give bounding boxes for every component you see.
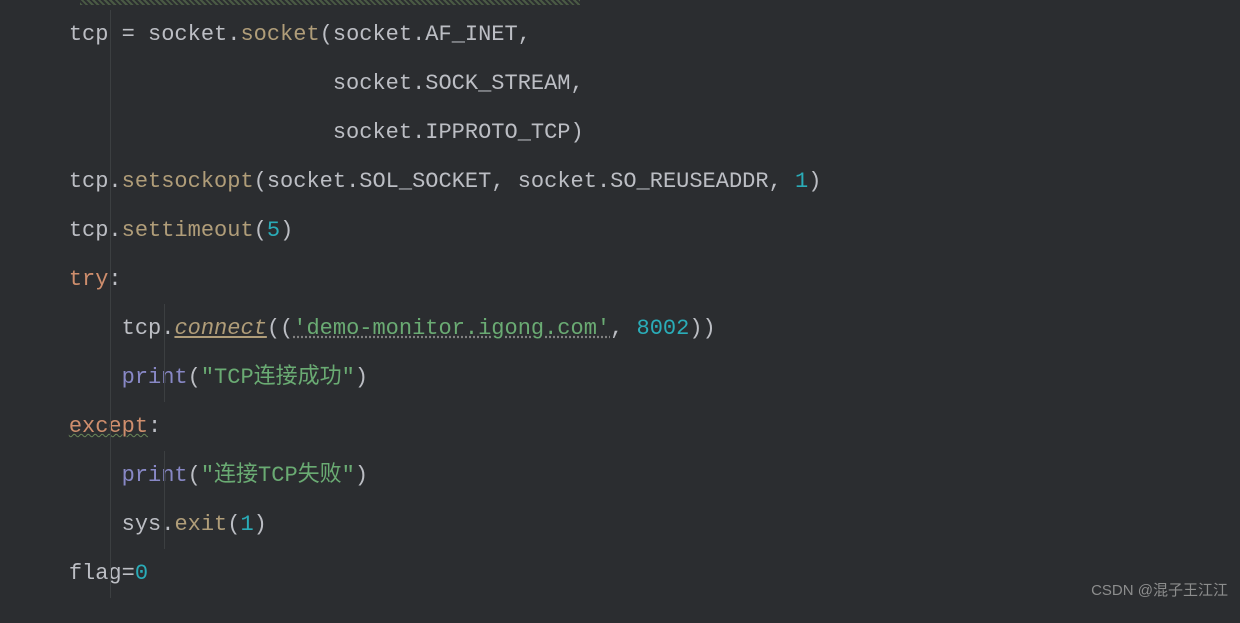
dot: . bbox=[412, 71, 425, 96]
code-line[interactable]: sys.exit(1) bbox=[16, 500, 1240, 549]
dot: . bbox=[346, 169, 359, 194]
code-line[interactable]: print("连接TCP失败") bbox=[16, 451, 1240, 500]
code-line[interactable]: socket.IPPROTO_TCP) bbox=[16, 108, 1240, 157]
variable: tcp bbox=[69, 169, 109, 194]
top-squiggle bbox=[80, 0, 580, 5]
function-call: socket bbox=[240, 22, 319, 47]
paren: ( bbox=[188, 463, 201, 488]
code-line[interactable]: socket.SOCK_STREAM, bbox=[16, 59, 1240, 108]
variable: tcp bbox=[69, 22, 109, 47]
number: 0 bbox=[135, 561, 148, 586]
paren: ) bbox=[280, 218, 293, 243]
variable: tcp bbox=[122, 316, 162, 341]
editor-gutter bbox=[0, 0, 12, 623]
indent bbox=[16, 365, 122, 390]
code-editor[interactable]: tcp = socket.socket(socket.AF_INET, sock… bbox=[0, 0, 1240, 598]
variable: flag bbox=[69, 561, 122, 586]
code-line[interactable]: except: bbox=[16, 402, 1240, 451]
variable: tcp bbox=[69, 218, 109, 243]
code-line[interactable]: print("TCP连接成功") bbox=[16, 353, 1240, 402]
constant: SOCK_STREAM bbox=[425, 71, 570, 96]
module: socket bbox=[333, 120, 412, 145]
dot: . bbox=[227, 22, 240, 47]
operator: = bbox=[108, 22, 148, 47]
comma: , bbox=[571, 71, 584, 96]
paren: ) bbox=[808, 169, 821, 194]
indent bbox=[16, 169, 69, 194]
number: 1 bbox=[795, 169, 808, 194]
string-literal: "连接TCP失败" bbox=[201, 463, 355, 488]
indent bbox=[16, 512, 122, 537]
comma: , bbox=[610, 316, 636, 341]
module: socket bbox=[333, 22, 412, 47]
code-line[interactable]: tcp.connect(('demo-monitor.igong.com', 8… bbox=[16, 304, 1240, 353]
comma: , bbox=[518, 22, 531, 47]
code-area[interactable]: tcp = socket.socket(socket.AF_INET, sock… bbox=[0, 10, 1240, 598]
indent bbox=[16, 463, 122, 488]
module: sys bbox=[122, 512, 162, 537]
comma: , bbox=[491, 169, 517, 194]
paren: ) bbox=[254, 512, 267, 537]
paren: ( bbox=[320, 22, 333, 47]
dot: . bbox=[412, 22, 425, 47]
comma: , bbox=[769, 169, 795, 194]
paren: ( bbox=[254, 169, 267, 194]
indent bbox=[16, 316, 122, 341]
constant: AF_INET bbox=[425, 22, 517, 47]
keyword-try: try bbox=[69, 267, 109, 292]
module: socket bbox=[518, 169, 597, 194]
paren: ( bbox=[254, 218, 267, 243]
code-line[interactable]: flag=0 bbox=[16, 549, 1240, 598]
paren: ( bbox=[227, 512, 240, 537]
paren: ) bbox=[355, 463, 368, 488]
indent bbox=[16, 414, 69, 439]
code-line[interactable]: tcp = socket.socket(socket.AF_INET, bbox=[16, 10, 1240, 59]
method-call: settimeout bbox=[122, 218, 254, 243]
indent bbox=[16, 71, 333, 96]
indent bbox=[16, 22, 69, 47]
number: 1 bbox=[240, 512, 253, 537]
indent bbox=[16, 561, 69, 586]
constant: SO_REUSEADDR bbox=[610, 169, 768, 194]
constant: SOL_SOCKET bbox=[359, 169, 491, 194]
module: socket bbox=[267, 169, 346, 194]
watermark: CSDN @混子王江江 bbox=[1091, 566, 1228, 615]
paren: (( bbox=[267, 316, 293, 341]
constant: IPPROTO_TCP bbox=[425, 120, 570, 145]
string-literal: "TCP连接成功" bbox=[201, 365, 355, 390]
number: 8002 bbox=[637, 316, 690, 341]
method-call: connect bbox=[174, 316, 266, 341]
paren: ) bbox=[571, 120, 584, 145]
module: socket bbox=[148, 22, 227, 47]
paren: ( bbox=[188, 365, 201, 390]
paren: )) bbox=[689, 316, 715, 341]
method-call: setsockopt bbox=[122, 169, 254, 194]
code-line[interactable]: tcp.setsockopt(socket.SOL_SOCKET, socket… bbox=[16, 157, 1240, 206]
module: socket bbox=[333, 71, 412, 96]
number: 5 bbox=[267, 218, 280, 243]
colon: : bbox=[148, 414, 161, 439]
code-line[interactable]: tcp.settimeout(5) bbox=[16, 206, 1240, 255]
indent bbox=[16, 120, 333, 145]
keyword-except: except bbox=[69, 414, 148, 439]
operator: = bbox=[122, 561, 135, 586]
builtin-print: print bbox=[122, 463, 188, 488]
code-line[interactable]: try: bbox=[16, 255, 1240, 304]
method-call: exit bbox=[174, 512, 227, 537]
indent bbox=[16, 267, 69, 292]
builtin-print: print bbox=[122, 365, 188, 390]
dot: . bbox=[412, 120, 425, 145]
dot: . bbox=[597, 169, 610, 194]
paren: ) bbox=[355, 365, 368, 390]
string-literal: 'demo-monitor.igong.com' bbox=[293, 316, 610, 341]
indent bbox=[16, 218, 69, 243]
